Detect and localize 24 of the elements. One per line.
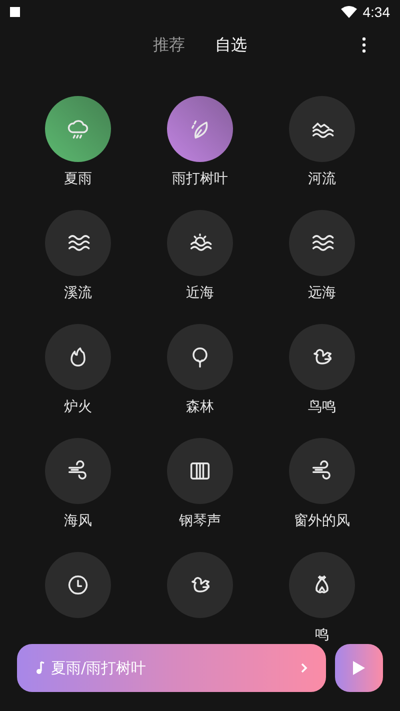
sound-label: 钢琴声 bbox=[179, 512, 221, 530]
sound-label: 远海 bbox=[308, 284, 336, 302]
sound-label: 海风 bbox=[64, 512, 92, 530]
sound-label: 鸟鸣 bbox=[308, 398, 336, 416]
sound-label: 森林 bbox=[186, 398, 214, 416]
sound-label: 河流 bbox=[308, 170, 336, 188]
status-time: 4:34 bbox=[362, 4, 390, 20]
sound-label: 雨打树叶 bbox=[172, 170, 228, 188]
sound-label: 溪流 bbox=[64, 284, 92, 302]
sound-label: 近海 bbox=[186, 284, 214, 302]
tab[interactable]: 推荐 bbox=[153, 32, 185, 58]
sound-label: 夏雨 bbox=[64, 170, 92, 188]
chevron-right-icon bbox=[300, 662, 308, 674]
now-playing-title: 夏雨/雨打树叶 bbox=[51, 658, 148, 678]
sound-label: 鸣 bbox=[315, 626, 329, 644]
sound-label: 炉火 bbox=[64, 398, 92, 416]
more-icon[interactable] bbox=[362, 37, 366, 53]
notification-icon bbox=[10, 7, 20, 17]
music-note-icon bbox=[35, 661, 45, 675]
play-button[interactable] bbox=[335, 644, 383, 692]
sound-label: 窗外的风 bbox=[294, 512, 350, 530]
play-icon bbox=[352, 660, 366, 676]
tab[interactable]: 自选 bbox=[215, 32, 247, 58]
wifi-icon bbox=[340, 6, 357, 18]
